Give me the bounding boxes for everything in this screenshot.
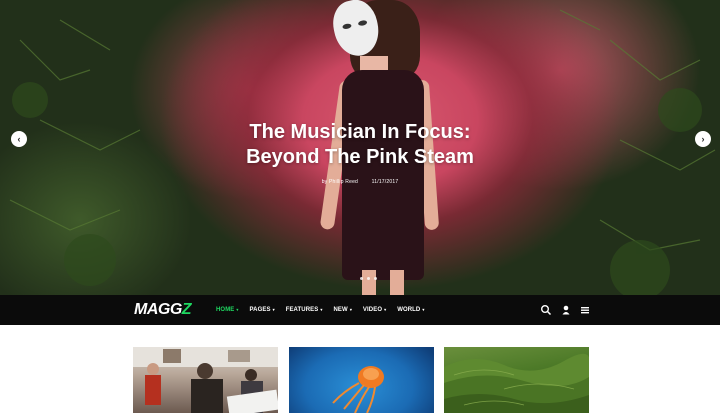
account-button[interactable] (560, 304, 572, 316)
menu-item-world[interactable]: WORLD ▾ (397, 307, 424, 313)
menu-item-new[interactable]: NEW ▾ (334, 307, 352, 313)
hero-title-line-1[interactable]: The Musician In Focus: (0, 120, 720, 145)
slider-prev-button[interactable]: ‹ (11, 131, 27, 147)
hero-title[interactable]: The Musician In Focus: Beyond The Pink S… (0, 120, 720, 170)
post-card-2[interactable] (289, 347, 434, 413)
chevron-left-icon: ‹ (17, 134, 21, 144)
hero-slider: The Musician In Focus: Beyond The Pink S… (0, 0, 720, 295)
chevron-down-icon: ▾ (422, 307, 425, 312)
site-logo[interactable]: MAGGZ (134, 301, 192, 319)
post-card-1[interactable] (133, 347, 278, 413)
menu-item-features[interactable]: FEATURES ▾ (286, 307, 323, 313)
chevron-down-icon: ▾ (236, 307, 239, 312)
slider-dot[interactable] (374, 277, 377, 280)
menu-item-pages[interactable]: PAGES ▾ (250, 307, 275, 313)
user-icon (562, 305, 570, 315)
logo-main: MAGG (134, 301, 182, 318)
slider-dots (360, 277, 377, 280)
chevron-right-icon: › (701, 134, 705, 144)
slider-next-button[interactable]: › (695, 131, 711, 147)
logo-accent: Z (181, 301, 192, 318)
search-button[interactable] (540, 304, 552, 316)
slider-dot[interactable] (367, 277, 370, 280)
hero-meta: by Phillip Reed 11/17/2017 (0, 179, 720, 185)
hero-title-line-2[interactable]: Beyond The Pink Steam (0, 145, 720, 170)
main-navbar: MAGGZ HOME ▾ PAGES ▾ FEATURES ▾ NEW ▾ VIDEO ▾… (0, 295, 720, 325)
hero-date: 11/17/2017 (371, 179, 399, 185)
main-menu: HOME ▾ PAGES ▾ FEATURES ▾ NEW ▾ VIDEO ▾ WORLD… (216, 295, 435, 325)
hero-caption: The Musician In Focus: Beyond The Pink S… (0, 120, 720, 185)
chevron-down-icon: ▾ (384, 307, 387, 312)
menu-item-home[interactable]: HOME ▾ (216, 307, 239, 313)
chevron-down-icon: ▾ (272, 307, 275, 312)
menu-icon (581, 307, 589, 314)
menu-item-video[interactable]: VIDEO ▾ (363, 307, 386, 313)
jellyfish-photo (332, 366, 384, 413)
menu-toggle-button[interactable] (579, 304, 591, 316)
chevron-down-icon: ▾ (320, 307, 323, 312)
office-workers-photo (133, 347, 278, 413)
slider-dot[interactable] (360, 277, 363, 280)
search-icon (541, 305, 552, 316)
chevron-down-icon: ▾ (349, 307, 352, 312)
hero-author[interactable]: by Phillip Reed (322, 179, 358, 185)
green-hills-photo (444, 353, 589, 413)
post-card-3[interactable] (444, 347, 589, 413)
